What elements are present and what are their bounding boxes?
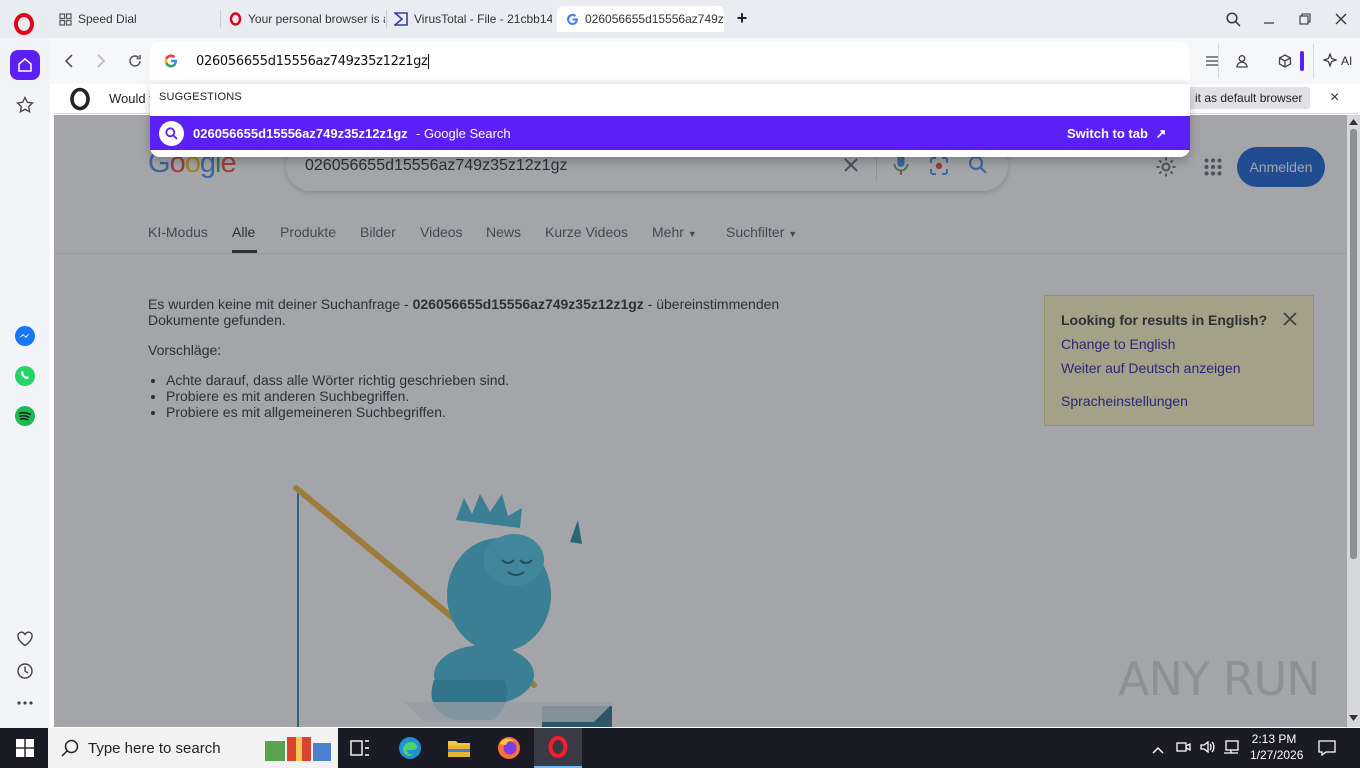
address-input[interactable]: 026056655d15556az749z35z12z1gz: [196, 54, 429, 69]
close-default-bar-icon[interactable]: ×: [1330, 89, 1339, 107]
switch-to-tab-button[interactable]: Switch to tab ↗: [1067, 126, 1166, 142]
history-icon[interactable]: [10, 656, 40, 686]
taskbar: Type here to search 2:13 PM 1/27/2026: [0, 728, 1360, 768]
notifications-icon[interactable]: [1318, 739, 1336, 762]
windows-start-icon[interactable]: [5, 732, 45, 764]
scrollbar-thumb[interactable]: [1350, 129, 1357, 559]
bookmarks-icon[interactable]: [10, 90, 40, 120]
new-tab-button[interactable]: +: [733, 9, 751, 27]
tab-bar: Speed Dial Your personal browser is a Vi…: [0, 0, 1360, 38]
toolbar-divider: [1218, 44, 1219, 78]
opera-taskbar-icon[interactable]: [534, 728, 582, 768]
tab-google-search[interactable]: 026056655d15556az749z3: [557, 6, 724, 32]
google-icon: [164, 54, 178, 73]
tab-label: Speed Dial: [78, 12, 137, 26]
tab-label: Your personal browser is a: [248, 12, 385, 26]
spotify-icon[interactable]: [10, 401, 40, 431]
opera-menu-icon[interactable]: [12, 12, 36, 36]
network-icon[interactable]: [1222, 739, 1240, 760]
whatsapp-icon[interactable]: [10, 361, 40, 391]
suggestion-suffix: - Google Search: [416, 126, 511, 141]
opera-icon: [68, 87, 92, 116]
suggestions-dropdown: SUGGESTIONS 026056655d15556az749z35z12z1…: [150, 84, 1190, 157]
reload-icon[interactable]: [124, 50, 146, 72]
meet-now-icon[interactable]: [1176, 739, 1192, 760]
profile-icon[interactable]: [1231, 50, 1253, 72]
toolbar-divider: [1313, 44, 1314, 78]
extensions-icon[interactable]: [1274, 50, 1296, 72]
navigation-bar: 026056655d15556az749z35z12z1gz AI: [50, 38, 1360, 84]
scroll-up-icon[interactable]: [1349, 119, 1358, 125]
search-icon: [61, 739, 79, 762]
suggestions-header: SUGGESTIONS: [159, 91, 242, 103]
volume-icon[interactable]: [1199, 739, 1215, 760]
close-window-icon[interactable]: [1330, 8, 1352, 30]
more-icon[interactable]: [10, 688, 40, 718]
sparkle-icon: [1322, 53, 1338, 68]
set-default-button[interactable]: it as default browser: [1187, 87, 1311, 109]
speed-dial-icon: [58, 12, 72, 26]
opera-icon: [228, 12, 242, 26]
easy-setup-icon[interactable]: [1201, 50, 1223, 72]
search-icon: [159, 121, 184, 146]
page-scrollbar[interactable]: [1347, 115, 1360, 727]
file-explorer-icon[interactable]: [439, 732, 479, 764]
clock[interactable]: 2:13 PM 1/27/2026: [1250, 731, 1304, 763]
web-page: Google 026056655d15556az749z35z12z1gz An…: [54, 115, 1347, 727]
clock-time: 2:13 PM: [1251, 732, 1297, 746]
messenger-icon[interactable]: [10, 321, 40, 351]
forward-icon[interactable]: [90, 50, 112, 72]
scroll-down-icon[interactable]: [1349, 715, 1358, 721]
taskbar-search[interactable]: Type here to search: [48, 728, 338, 768]
virustotal-icon: [394, 12, 408, 26]
aria-ai-button[interactable]: AI: [1322, 51, 1352, 71]
external-arrow-icon: ↗: [1155, 126, 1167, 141]
minimize-icon[interactable]: [1258, 8, 1280, 30]
restore-icon[interactable]: [1294, 8, 1316, 30]
tab-label: 026056655d15556az749z3: [585, 12, 724, 26]
tab-opera-welcome[interactable]: Your personal browser is a: [220, 6, 385, 32]
tab-label: VirusTotal - File - 21cbb14: [414, 12, 552, 26]
home-icon[interactable]: [10, 50, 40, 80]
back-icon[interactable]: [58, 50, 80, 72]
google-icon: [565, 12, 579, 26]
sidebar: [0, 38, 50, 728]
tab-virustotal[interactable]: VirusTotal - File - 21cbb14: [386, 6, 552, 32]
suggestion-query: 026056655d15556az749z35z12z1gz: [193, 126, 408, 141]
task-view-icon[interactable]: [340, 732, 380, 764]
search-highlight-icon: [263, 733, 333, 768]
vpn-indicator[interactable]: [1300, 51, 1304, 71]
tab-speed-dial[interactable]: Speed Dial: [50, 6, 220, 32]
page-overlay: [54, 115, 1347, 727]
tab-search-icon[interactable]: [1222, 8, 1244, 30]
default-browser-text: Would y: [109, 91, 156, 106]
tray-chevron-icon[interactable]: [1152, 741, 1164, 759]
edge-icon[interactable]: [390, 732, 430, 764]
firefox-icon[interactable]: [489, 732, 529, 764]
heart-icon[interactable]: [10, 624, 40, 654]
clock-date: 1/27/2026: [1250, 748, 1304, 762]
taskbar-search-placeholder: Type here to search: [88, 740, 221, 757]
suggestion-item[interactable]: 026056655d15556az749z35z12z1gz - Google …: [150, 116, 1190, 150]
address-bar[interactable]: 026056655d15556az749z35z12z1gz: [150, 42, 1190, 80]
